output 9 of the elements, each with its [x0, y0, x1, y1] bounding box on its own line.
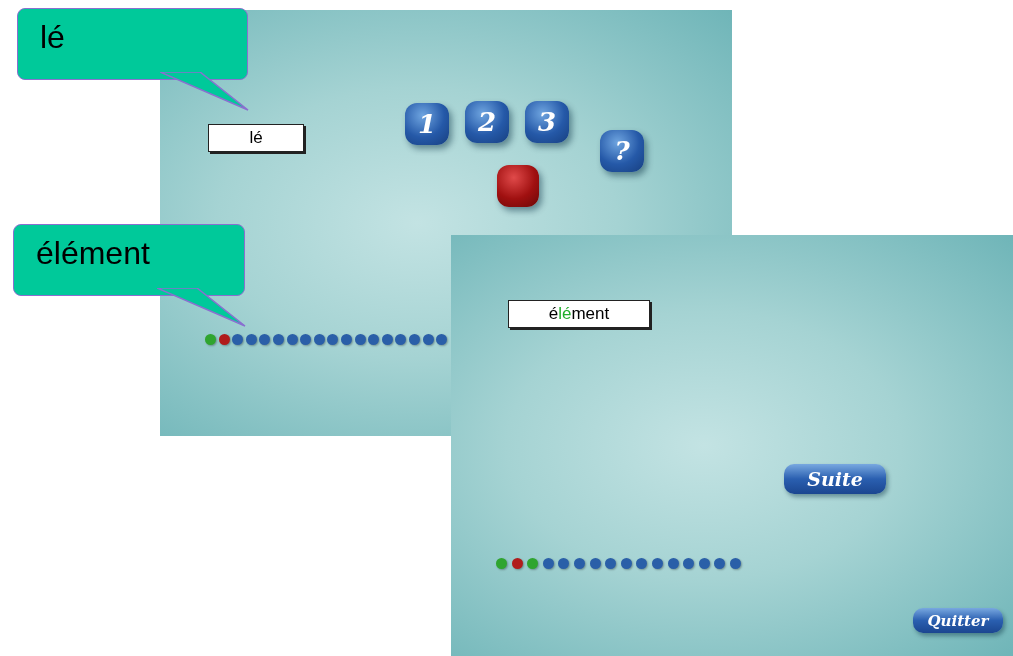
record-button[interactable]: [497, 165, 539, 207]
next-button[interactable]: Suite: [784, 464, 886, 494]
word-display: élément: [508, 300, 650, 328]
number-button[interactable]: 1: [405, 103, 449, 145]
number-button[interactable]: 3: [525, 101, 569, 143]
number-button[interactable]: 2: [465, 101, 509, 143]
quit-button[interactable]: Quitter: [913, 608, 1003, 633]
help-button[interactable]: ?: [600, 130, 644, 172]
word-display: lé: [208, 124, 304, 152]
